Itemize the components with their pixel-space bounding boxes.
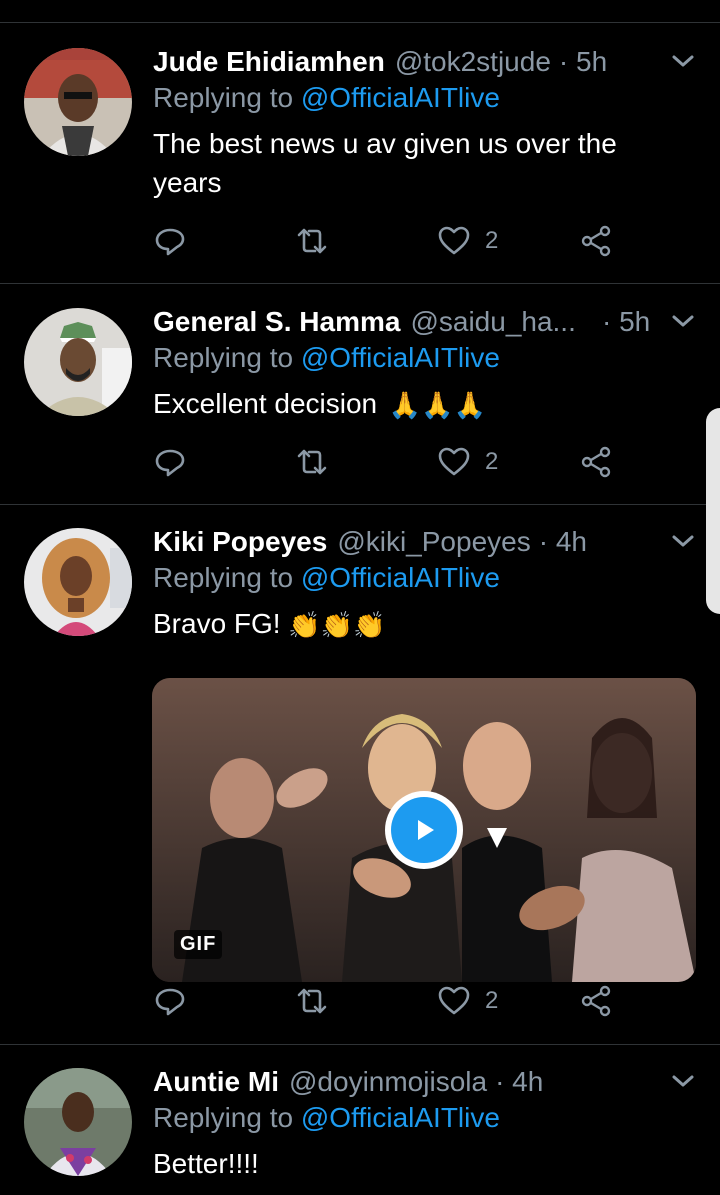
heart-icon: [438, 226, 470, 255]
user-handle[interactable]: @doyinmojisola: [289, 1066, 487, 1098]
tweet-text: Bravo FG!: [153, 608, 281, 639]
replying-to-label: Replying to: [153, 82, 301, 113]
avatar[interactable]: [24, 528, 132, 636]
chevron-down-icon[interactable]: [668, 50, 698, 72]
avatar[interactable]: [24, 48, 132, 156]
user-handle[interactable]: @kiki_Popeyes: [337, 526, 530, 558]
like-count: 2: [485, 227, 499, 254]
tweet-header: General S. Hamma @saidu_ha...: [153, 302, 603, 342]
action-bar: 2: [153, 224, 633, 264]
retweet-button[interactable]: [295, 445, 329, 479]
tweet-body: Excellent decision 🙏🙏🙏: [153, 384, 673, 425]
mention-link[interactable]: @OfficialAITlive: [301, 82, 500, 113]
retweet-icon: [297, 988, 327, 1014]
reply-icon: [155, 988, 185, 1016]
tweet-time: · 5h: [602, 306, 651, 337]
share-icon: [581, 446, 611, 478]
avatar[interactable]: [24, 308, 132, 416]
reply-button[interactable]: [153, 984, 187, 1018]
mention-link[interactable]: @OfficialAITlive: [301, 1102, 500, 1133]
share-icon: [581, 985, 611, 1017]
replying-to: Replying to @OfficialAITlive: [153, 82, 500, 114]
display-name[interactable]: Auntie Mi: [153, 1066, 279, 1098]
retweet-icon: [297, 449, 327, 475]
tweet-card[interactable]: Jude Ehidiamhen @tok2stjude · 5h Replyin…: [0, 42, 720, 282]
action-bar: 2: [153, 445, 633, 485]
tweet-text: Better!!!!: [153, 1148, 259, 1179]
replying-to: Replying to @OfficialAITlive: [153, 1102, 500, 1134]
like-button[interactable]: 2: [437, 984, 498, 1018]
reply-button[interactable]: [153, 445, 187, 479]
chevron-down-icon[interactable]: [668, 1070, 698, 1092]
chevron-down-icon[interactable]: [668, 310, 698, 332]
user-handle[interactable]: @saidu_ha...: [410, 306, 575, 338]
reply-icon: [155, 449, 185, 477]
action-bar: 2: [153, 984, 633, 1024]
avatar[interactable]: [24, 1068, 132, 1176]
mention-link[interactable]: @OfficialAITlive: [301, 562, 500, 593]
play-button[interactable]: [385, 791, 463, 869]
tweet-card[interactable]: Auntie Mi @doyinmojisola · 4h Replying t…: [0, 1062, 720, 1195]
tweet-body: Bravo FG! 👏👏👏: [153, 604, 673, 645]
retweet-button[interactable]: [295, 224, 329, 258]
tweet-header: Auntie Mi @doyinmojisola · 4h: [153, 1062, 673, 1102]
tweet-header: Kiki Popeyes @kiki_Popeyes · 4h: [153, 522, 673, 562]
tweet-card[interactable]: Kiki Popeyes @kiki_Popeyes · 4h Replying…: [0, 522, 720, 1042]
reply-button[interactable]: [153, 224, 187, 258]
tweet-header: Jude Ehidiamhen @tok2stjude · 5h: [153, 42, 693, 82]
divider: [0, 1044, 720, 1045]
replying-to-label: Replying to: [153, 562, 301, 593]
heart-icon: [438, 986, 470, 1015]
replying-to-label: Replying to: [153, 342, 301, 373]
folded-hands-emoji: 🙏🙏🙏: [388, 390, 487, 421]
display-name[interactable]: Kiki Popeyes: [153, 526, 327, 558]
like-count: 2: [485, 448, 499, 475]
tweet-card[interactable]: General S. Hamma @saidu_ha... · 5h Reply…: [0, 302, 720, 502]
tweet-time: · 5h: [558, 46, 608, 77]
user-handle[interactable]: @tok2stjude: [395, 46, 551, 78]
replying-to: Replying to @OfficialAITlive: [153, 562, 500, 594]
mention-link[interactable]: @OfficialAITlive: [301, 342, 500, 373]
share-button[interactable]: [579, 445, 613, 479]
scroll-handle[interactable]: [706, 408, 720, 614]
like-count: 2: [485, 987, 499, 1014]
tweet-time: · 4h: [495, 1066, 544, 1097]
gif-badge: GIF: [174, 930, 223, 959]
chevron-down-icon[interactable]: [668, 530, 698, 552]
heart-icon: [438, 447, 470, 476]
clapping-hands-emoji: 👏👏👏: [288, 610, 386, 641]
display-name[interactable]: General S. Hamma: [153, 306, 400, 338]
divider: [0, 283, 720, 284]
like-button[interactable]: 2: [437, 445, 498, 479]
divider: [0, 504, 720, 505]
retweet-icon: [297, 228, 327, 254]
display-name[interactable]: Jude Ehidiamhen: [153, 46, 385, 78]
share-icon: [581, 225, 611, 257]
play-icon: [391, 797, 457, 863]
share-button[interactable]: [579, 984, 613, 1018]
tweet-text: The best news u av given us over the yea…: [153, 128, 617, 198]
reply-icon: [155, 228, 185, 256]
tweet-text: Excellent decision: [153, 388, 378, 419]
share-button[interactable]: [579, 224, 613, 258]
tweet-time: · 4h: [538, 526, 587, 557]
replying-to-label: Replying to: [153, 1102, 301, 1133]
replying-to: Replying to @OfficialAITlive: [153, 342, 500, 374]
gif-media[interactable]: GIF: [152, 678, 696, 982]
retweet-button[interactable]: [295, 984, 329, 1018]
like-button[interactable]: 2: [437, 224, 498, 258]
top-divider: [0, 22, 720, 23]
